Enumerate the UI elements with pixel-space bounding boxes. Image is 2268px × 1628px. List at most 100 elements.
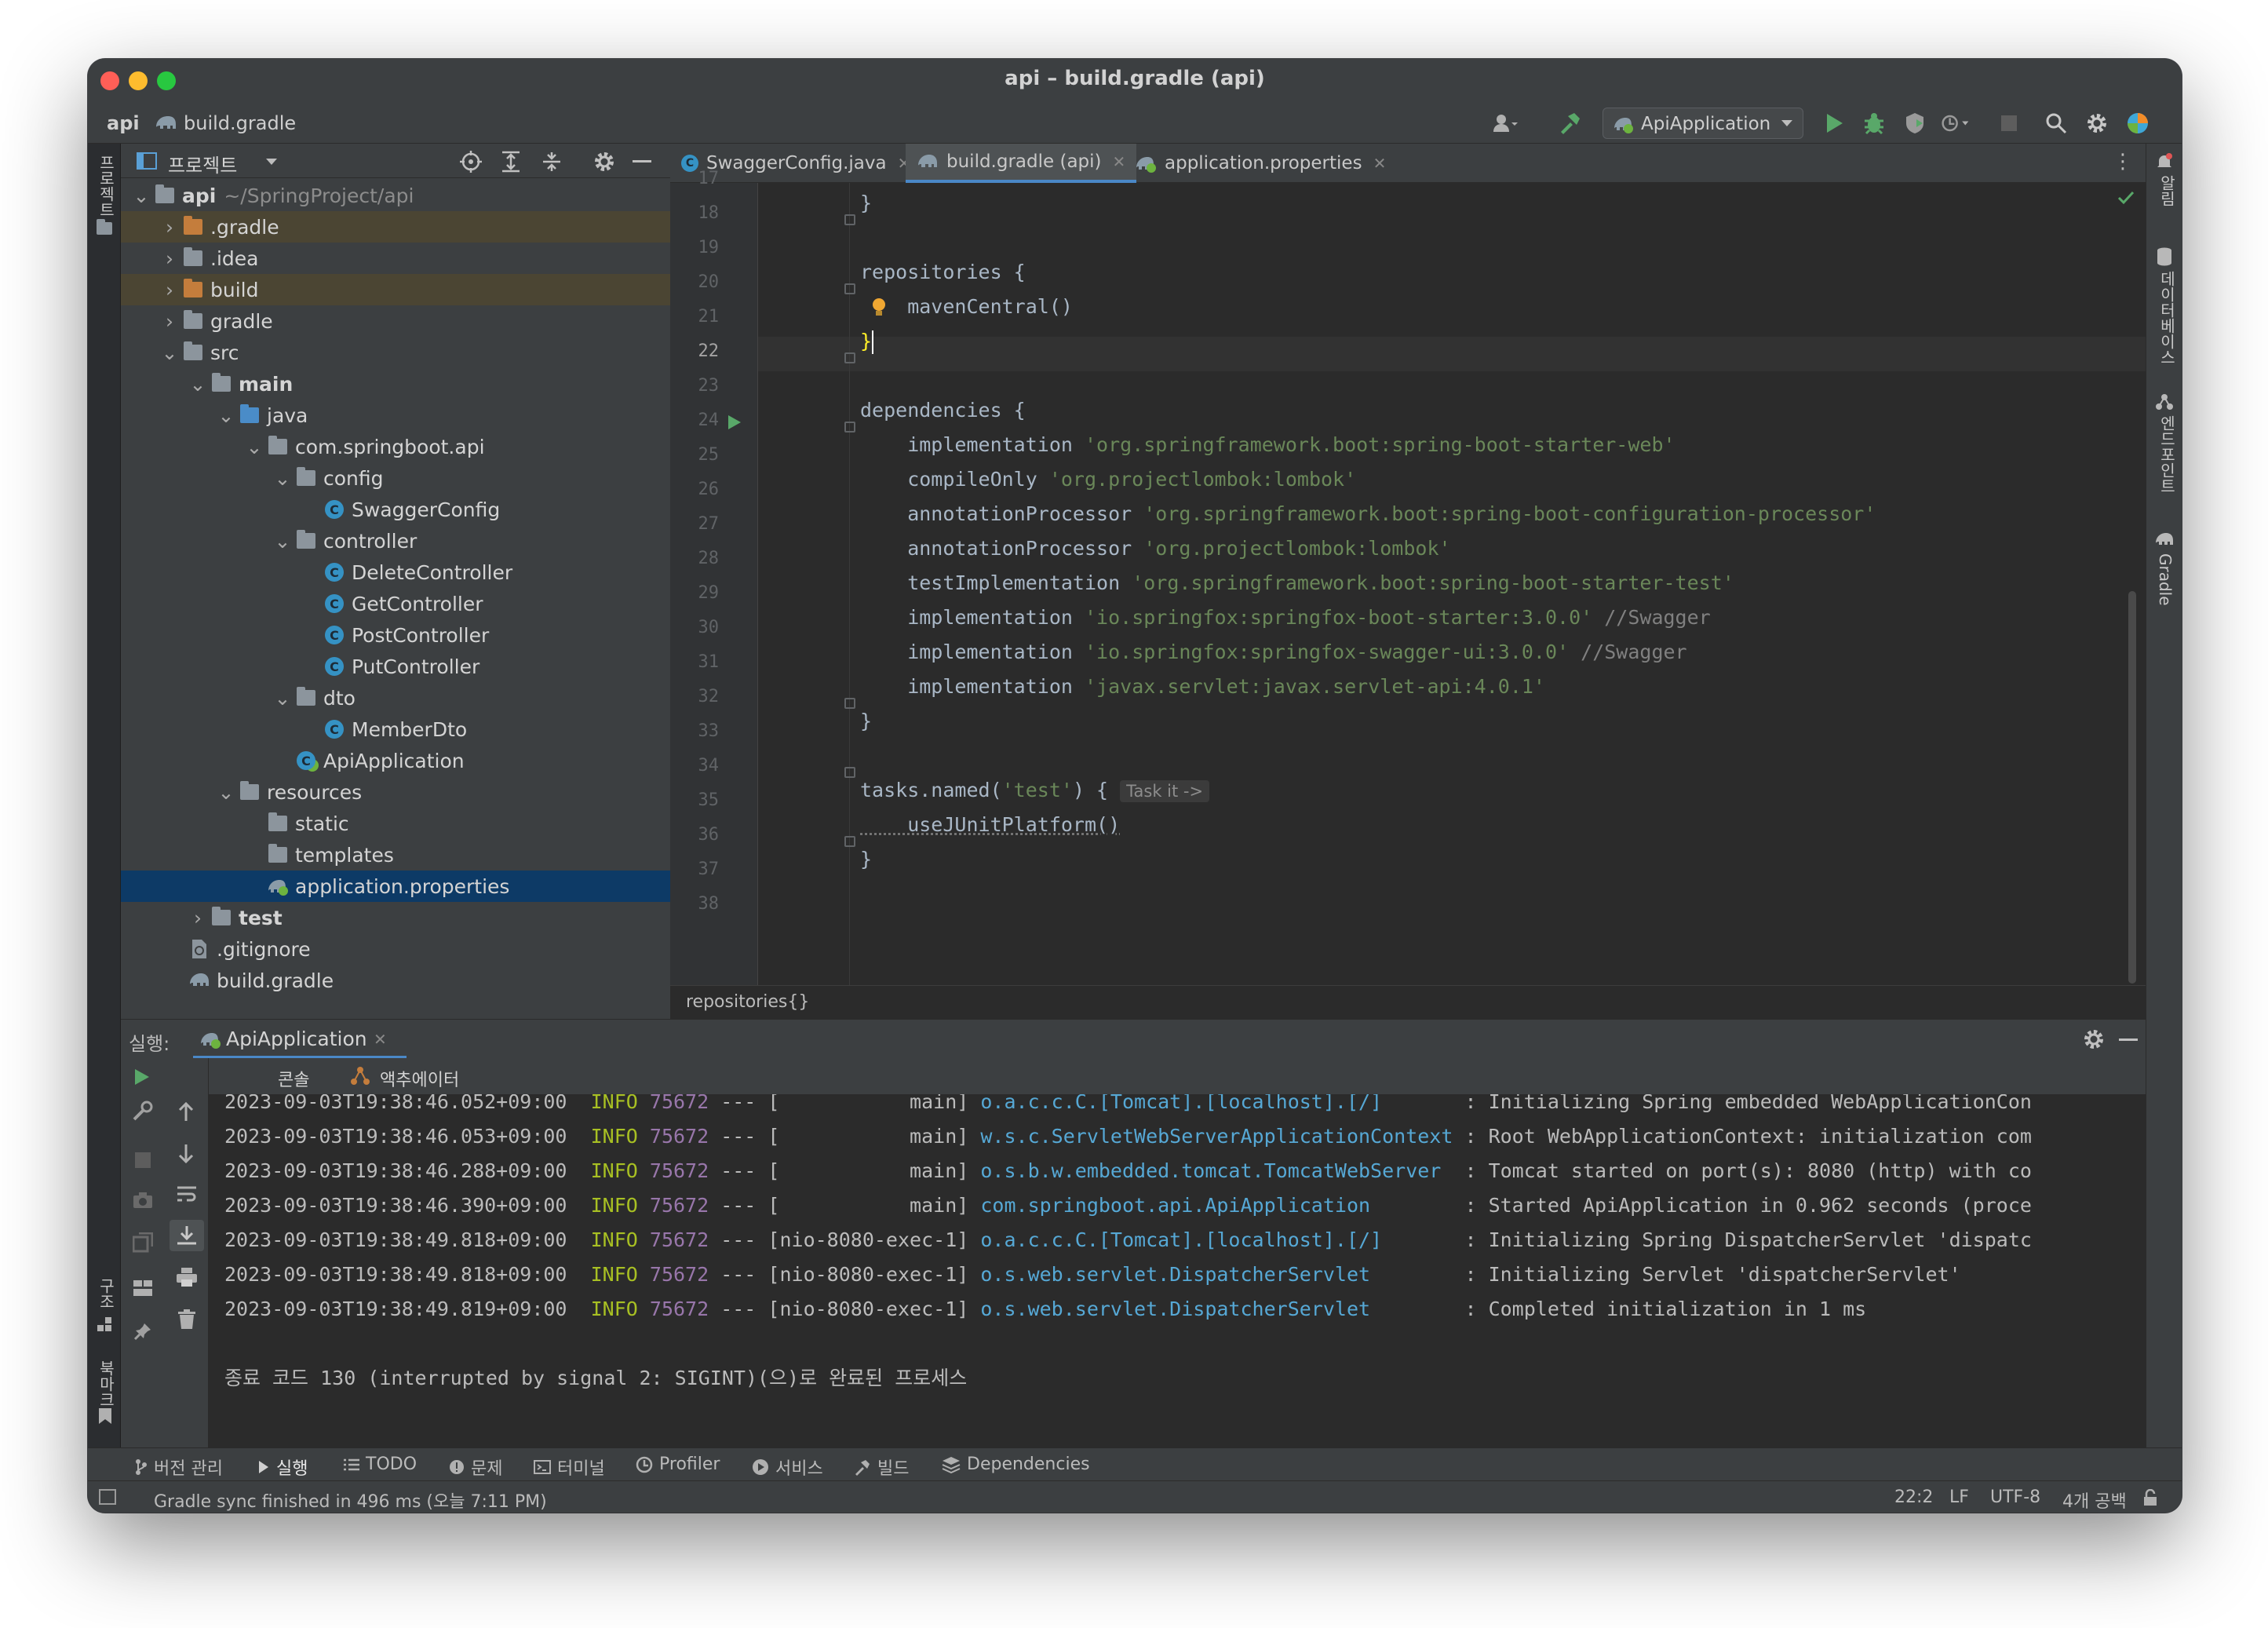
status-message[interactable]: Gradle sync finished in 496 ms (오늘 7:11 …: [154, 1487, 547, 1513]
project-view-title[interactable]: 프로젝트: [168, 150, 237, 177]
endpoints-tool-label[interactable]: 엔드포인트: [2156, 415, 2179, 494]
actuator-tab[interactable]: 액추에이터: [380, 1066, 459, 1091]
tab-application-properties[interactable]: application.properties ✕: [1124, 144, 1397, 183]
ide-update-icon[interactable]: [2124, 109, 2152, 137]
console-output[interactable]: 2023-09-03T19:38:46.052+09:00 INFO 75672…: [209, 1094, 2146, 1447]
run-gutter-icon[interactable]: [727, 414, 742, 431]
bookmarks-tool-label[interactable]: 북마크: [95, 1360, 118, 1407]
rerun-icon[interactable]: [133, 1068, 151, 1086]
tree-item-application-properties[interactable]: application.properties: [121, 871, 670, 902]
no-problems-check-icon[interactable]: [2117, 191, 2135, 205]
tree-item-templates[interactable]: templates: [121, 839, 670, 871]
stop-run-icon[interactable]: [135, 1152, 151, 1168]
tab-build[interactable]: 빌드: [854, 1455, 909, 1480]
tree-item-src[interactable]: ⌄ src: [121, 337, 670, 368]
tree-item-idea[interactable]: › .idea: [121, 243, 670, 274]
tree-item-apiapplication[interactable]: C ApiApplication: [121, 745, 670, 776]
database-tool-label[interactable]: 데이터베이스: [2156, 271, 2179, 365]
tree-item-api[interactable]: ⌄ api ~/SpringProject/api: [121, 180, 670, 211]
fold-icon[interactable]: [844, 767, 855, 778]
expand-all-icon[interactable]: [501, 151, 521, 173]
editor-scrollbar[interactable]: [2128, 591, 2136, 984]
fold-icon[interactable]: [844, 836, 855, 847]
tab-version-control[interactable]: 버전 관리: [135, 1455, 223, 1480]
project-tool-label[interactable]: 프로젝트: [95, 155, 118, 217]
endpoints-icon[interactable]: [2156, 393, 2173, 411]
tree-item-resources[interactable]: ⌄ resources: [121, 776, 670, 808]
tree-item-postcontroller[interactable]: C PostController: [121, 619, 670, 651]
chevron-down-icon[interactable]: ⌄: [245, 436, 264, 458]
tree-item-memberdto[interactable]: C MemberDto: [121, 714, 670, 745]
build-hammer-icon[interactable]: [1555, 109, 1584, 137]
tree-item-gitignore[interactable]: .gitignore: [121, 933, 670, 965]
close-tab-icon[interactable]: ✕: [1373, 154, 1387, 173]
search-icon[interactable]: [2042, 109, 2070, 137]
notifications-tool-label[interactable]: 알림: [2156, 175, 2179, 206]
structure-tool-label[interactable]: 구조: [95, 1278, 118, 1309]
database-icon[interactable]: [2157, 247, 2172, 266]
tab-options-icon[interactable]: ⋮: [2113, 151, 2133, 172]
soft-wrap-icon[interactable]: [176, 1185, 198, 1204]
panel-settings-icon[interactable]: [593, 151, 615, 173]
stop-icon[interactable]: [1995, 109, 2023, 137]
tab-build-gradle[interactable]: build.gradle (api) ✕: [906, 144, 1137, 183]
notifications-bell-icon[interactable]: [2156, 153, 2173, 170]
log-logger[interactable]: o.a.c.c.C.[Tomcat].[localhost].[/]: [980, 1094, 1453, 1113]
chevron-down-icon[interactable]: ⌄: [217, 404, 235, 427]
log-logger[interactable]: o.a.c.c.C.[Tomcat].[localhost].[/]: [980, 1228, 1453, 1251]
restore-layout-icon[interactable]: [133, 1232, 153, 1253]
log-logger[interactable]: o.s.b.w.embedded.tomcat.TomcatWebServer: [980, 1159, 1453, 1182]
chevron-down-icon[interactable]: ⌄: [132, 184, 151, 207]
pin-icon[interactable]: [133, 1322, 152, 1341]
file-encoding[interactable]: UTF-8: [1990, 1487, 2040, 1507]
close-tab-icon[interactable]: ✕: [374, 1030, 387, 1049]
locate-file-icon[interactable]: [460, 151, 482, 173]
tree-item-gradle-dir[interactable]: › .gradle: [121, 211, 670, 243]
run-tab-apiapplication[interactable]: ApiApplication ✕: [193, 1020, 407, 1059]
chevron-down-icon[interactable]: ⌄: [217, 781, 235, 804]
fold-icon[interactable]: [844, 214, 855, 225]
nav-file[interactable]: build.gradle: [184, 112, 296, 134]
tree-item-java[interactable]: ⌄ java: [121, 400, 670, 431]
tree-item-main[interactable]: ⌄ main: [121, 368, 670, 400]
line-separator[interactable]: LF: [1949, 1487, 1969, 1507]
scroll-up-icon[interactable]: [177, 1102, 195, 1122]
tab-todo[interactable]: TODO: [344, 1455, 417, 1474]
tree-item-controller[interactable]: ⌄ controller: [121, 525, 670, 557]
chevron-down-icon[interactable]: [265, 158, 278, 167]
chevron-down-icon[interactable]: ⌄: [160, 341, 179, 364]
gradle-tool-label[interactable]: Gradle: [2156, 553, 2175, 606]
chevron-right-icon[interactable]: ›: [160, 310, 179, 333]
collapse-all-icon[interactable]: [541, 151, 562, 173]
settings-gear-icon[interactable]: [2083, 109, 2111, 137]
debug-icon[interactable]: [1860, 109, 1888, 137]
print-icon[interactable]: [176, 1267, 198, 1287]
fold-icon[interactable]: [844, 698, 855, 709]
chevron-down-icon[interactable]: ⌄: [188, 373, 207, 396]
chevron-right-icon[interactable]: ›: [160, 216, 179, 239]
run-icon[interactable]: [1821, 109, 1849, 137]
hide-run-panel-icon[interactable]: [2119, 1038, 2138, 1041]
chevron-down-icon[interactable]: ⌄: [273, 530, 292, 553]
tree-item-swaggerconfig[interactable]: C SwaggerConfig: [121, 494, 670, 525]
chevron-down-icon[interactable]: ⌄: [273, 687, 292, 710]
tab-dependencies[interactable]: Dependencies: [942, 1455, 1090, 1474]
tree-item-gradle[interactable]: › gradle: [121, 305, 670, 337]
breadcrumb[interactable]: repositories{}: [686, 992, 809, 1012]
layout-toggle-icon[interactable]: [99, 1489, 116, 1505]
tree-item-build[interactable]: › build: [121, 274, 670, 305]
wrench-icon[interactable]: [133, 1101, 153, 1121]
code-editor[interactable]: } repositories { mavenCentral() } depend…: [758, 183, 2146, 985]
scroll-down-icon[interactable]: [177, 1143, 195, 1163]
tab-terminal[interactable]: 터미널: [534, 1455, 605, 1480]
tree-item-config[interactable]: ⌄ config: [121, 462, 670, 494]
tree-item-putcontroller[interactable]: C PutController: [121, 651, 670, 682]
log-logger[interactable]: o.s.web.servlet.DispatcherServlet: [980, 1298, 1453, 1320]
log-logger[interactable]: w.s.c.ServletWebServerApplicationContext: [980, 1125, 1453, 1148]
tree-item-dto[interactable]: ⌄ dto: [121, 682, 670, 714]
structure-icon[interactable]: [97, 1317, 113, 1333]
tree-item-test[interactable]: › test: [121, 902, 670, 933]
bookmark-icon[interactable]: [98, 1407, 112, 1425]
unlock-icon[interactable]: [2142, 1489, 2158, 1506]
layout-icon[interactable]: [133, 1279, 153, 1297]
